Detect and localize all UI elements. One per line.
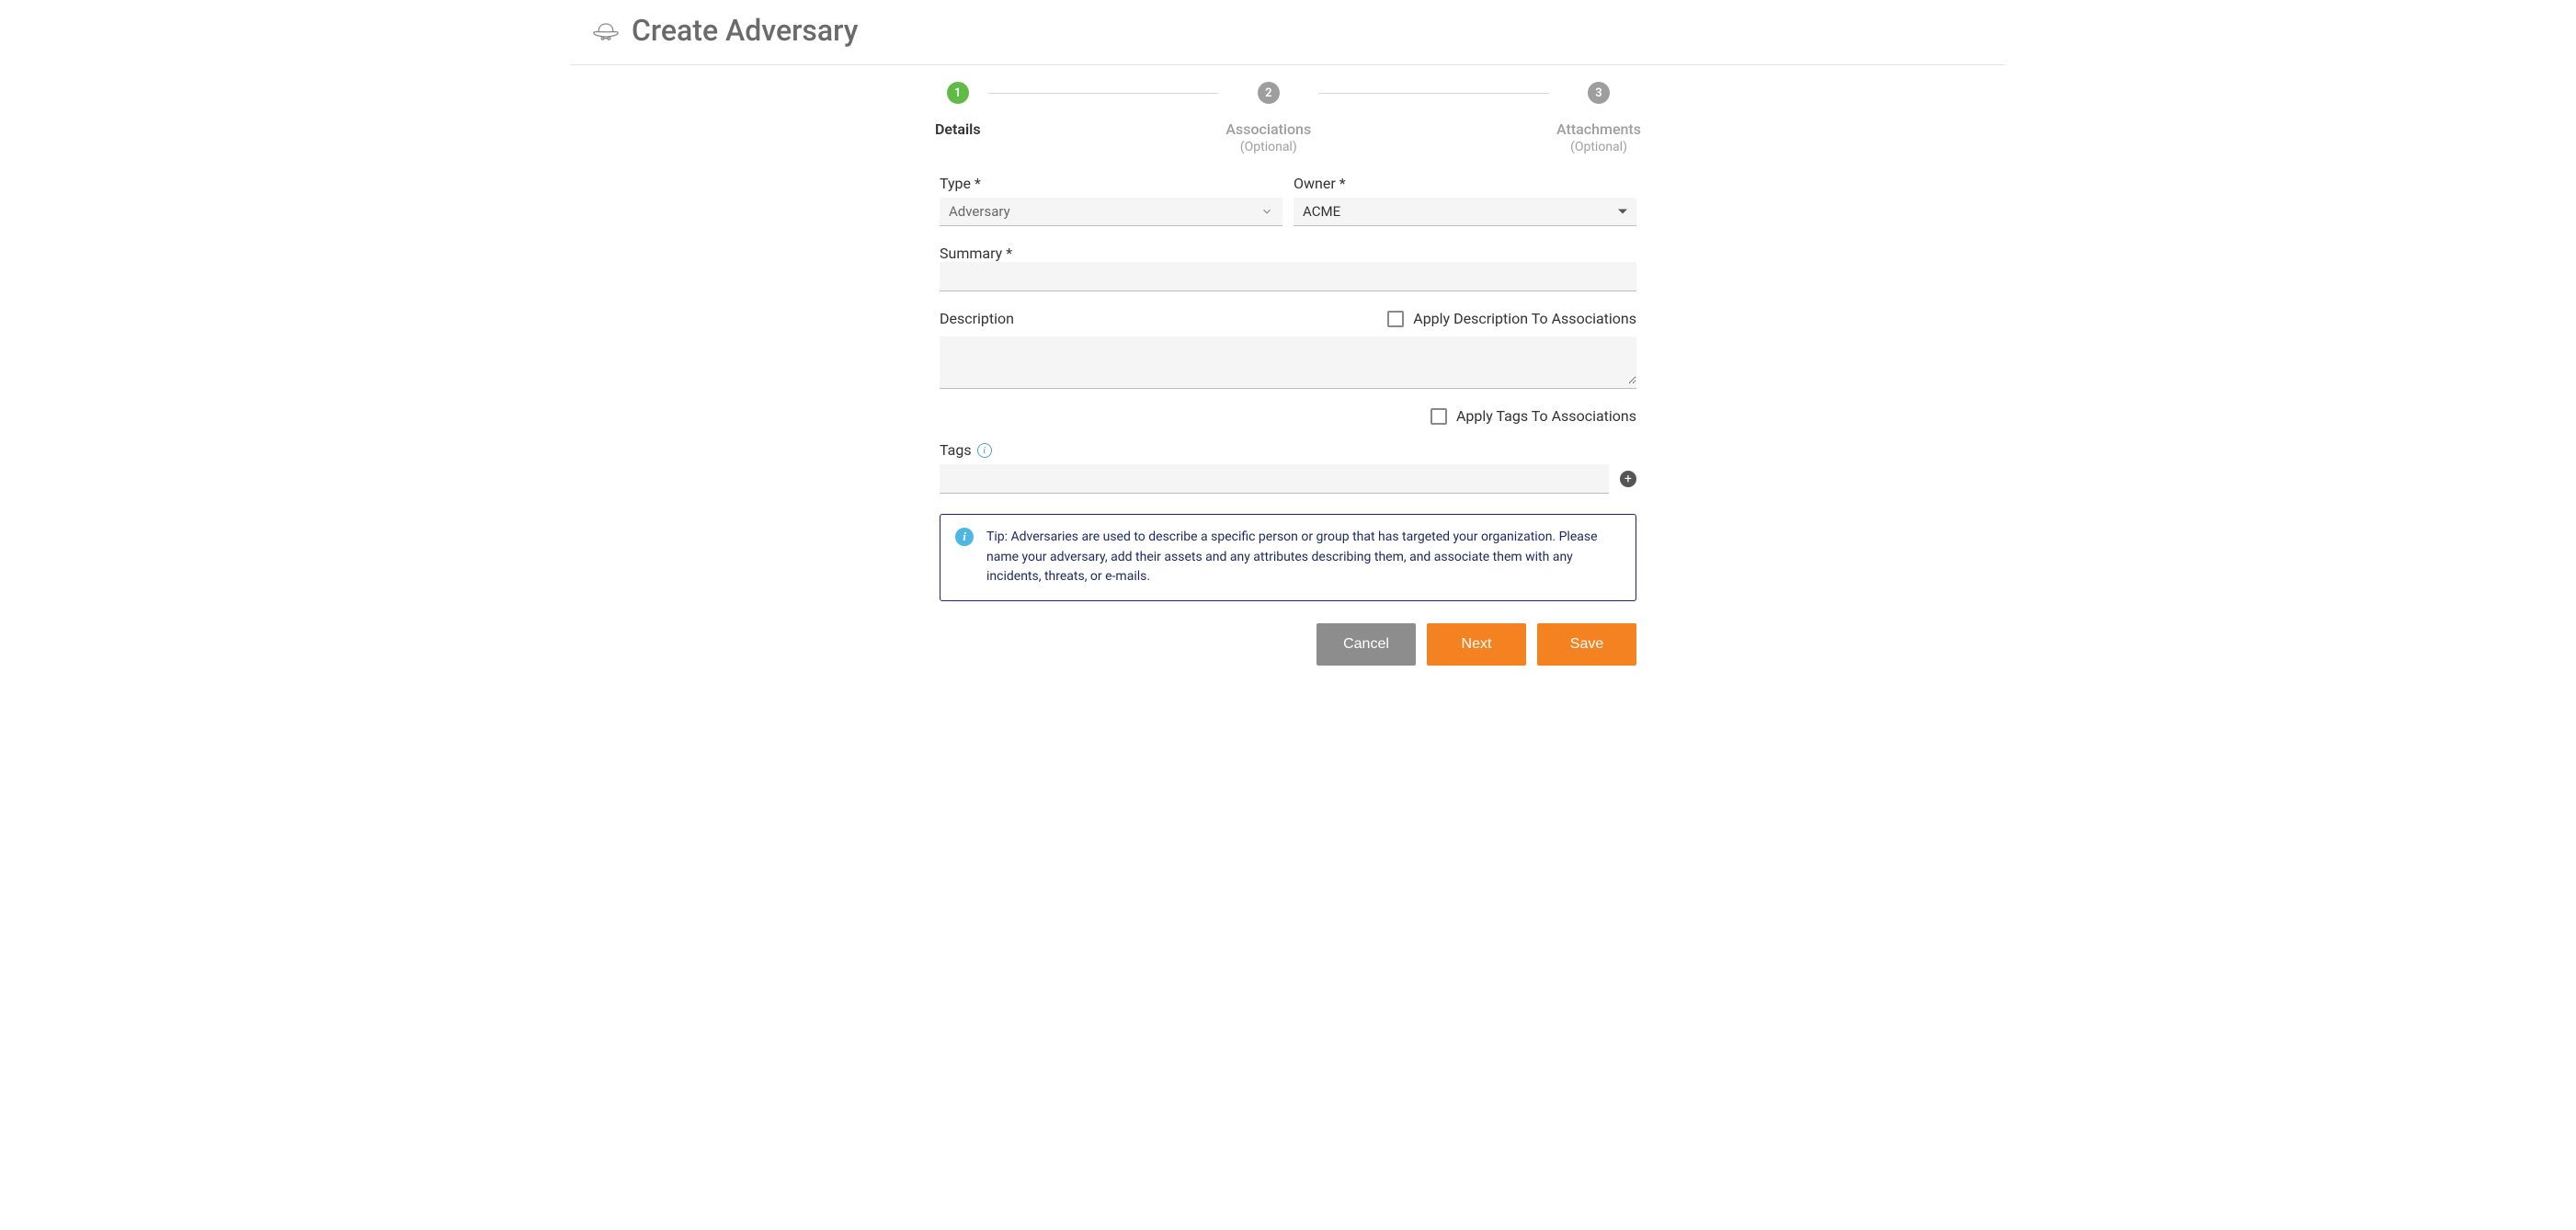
add-tag-button[interactable]: + (1620, 471, 1636, 487)
step-associations[interactable]: 2 Associations (Optional) (1225, 82, 1311, 154)
step-attachments[interactable]: 3 Attachments (Optional) (1556, 82, 1641, 154)
summary-label: Summary * (940, 245, 1012, 262)
type-value: Adversary (940, 198, 1282, 225)
page-header: Create Adversary (571, 0, 2005, 65)
step-circle-1: 1 (947, 82, 969, 104)
step-sub-attachments: (Optional) (1570, 140, 1627, 154)
tags-label: Tags (940, 441, 972, 459)
owner-label: Owner * (1294, 175, 1636, 192)
step-label-attachments: Attachments (1556, 120, 1641, 138)
owner-select[interactable]: ACME (1294, 198, 1636, 226)
step-line (1318, 93, 1549, 94)
step-circle-2: 2 (1258, 82, 1280, 104)
description-label: Description (940, 310, 1014, 327)
tip-info-icon: i (955, 528, 974, 546)
info-icon[interactable]: i (977, 443, 992, 458)
step-line (988, 93, 1219, 94)
form-area: Type * Adversary Owner * ACME Summary * (925, 175, 1651, 688)
step-sub-associations: (Optional) (1240, 140, 1297, 154)
button-row: Cancel Next Save (940, 623, 1636, 666)
next-button[interactable]: Next (1427, 623, 1526, 666)
apply-tags-label[interactable]: Apply Tags To Associations (1456, 407, 1636, 425)
owner-value: ACME (1294, 198, 1636, 225)
tags-input[interactable] (940, 464, 1609, 493)
stepper: 1 Details 2 Associations (Optional) 3 At… (920, 82, 1656, 154)
save-button[interactable]: Save (1537, 623, 1636, 666)
apply-tags-checkbox[interactable] (1430, 408, 1447, 425)
type-select[interactable]: Adversary (940, 198, 1282, 226)
adversary-hat-icon (593, 19, 619, 41)
step-label-associations: Associations (1225, 120, 1311, 138)
apply-description-label[interactable]: Apply Description To Associations (1413, 310, 1636, 327)
type-label: Type * (940, 175, 1282, 192)
apply-description-checkbox[interactable] (1387, 311, 1404, 327)
tip-text: Tip: Adversaries are used to describe a … (986, 528, 1621, 587)
tip-box: i Tip: Adversaries are used to describe … (940, 514, 1636, 601)
step-label-details: Details (935, 120, 981, 138)
step-circle-3: 3 (1588, 82, 1610, 104)
summary-input[interactable] (940, 262, 1636, 290)
cancel-button[interactable]: Cancel (1316, 623, 1416, 666)
page-title: Create Adversary (632, 13, 858, 48)
step-details[interactable]: 1 Details (935, 82, 981, 138)
description-textarea[interactable] (940, 336, 1636, 384)
